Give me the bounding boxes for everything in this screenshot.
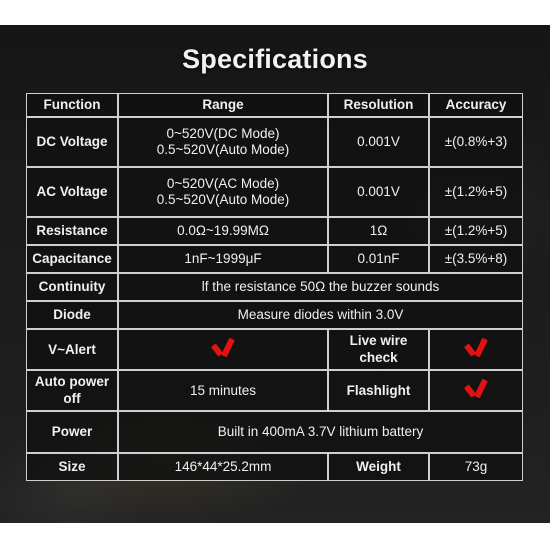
header-accuracy: Accuracy: [429, 93, 524, 118]
row-function-diode: Diode: [26, 301, 118, 330]
row-function-dc-voltage: DC Voltage: [26, 117, 118, 168]
row-value-size: 146*44*25.2mm: [118, 453, 329, 482]
table-row: V~Alert Live wire check: [26, 329, 524, 371]
row-description-diode: Measure diodes within 3.0V: [118, 301, 524, 330]
row-range-dc-voltage: 0~520V(DC Mode) 0.5~520V(Auto Mode): [118, 117, 329, 168]
table-row: Continuity lf the resistance 50Ω the buz…: [26, 273, 524, 302]
row-label-power: Power: [26, 411, 118, 454]
row-accuracy-capacitance: ±(3.5%+8): [429, 245, 524, 274]
range-line-1: 0~520V(DC Mode): [166, 126, 280, 141]
row-label-auto-power-off: Auto power off: [26, 370, 118, 412]
row-resolution-resistance: 1Ω: [328, 217, 430, 246]
row-accuracy-dc-voltage: ±(0.8%+3): [429, 117, 524, 168]
check-mark-icon: [463, 380, 489, 397]
row-description-continuity: lf the resistance 50Ω the buzzer sounds: [118, 273, 524, 302]
page-title: Specifications: [182, 44, 368, 74]
table-header-row: Function Range Resolution Accuracy: [26, 93, 524, 118]
table-row: Auto power off 15 minutes Flashlight: [26, 370, 524, 412]
row-label-weight: Weight: [328, 453, 430, 482]
table-row: Diode Measure diodes within 3.0V: [26, 301, 524, 330]
specifications-screenshot: Specifications Function Range Resolution…: [0, 0, 550, 550]
row-range-resistance: 0.0Ω~19.99MΩ: [118, 217, 329, 246]
row-function-resistance: Resistance: [26, 217, 118, 246]
row-function-capacitance: Capacitance: [26, 245, 118, 274]
row-resolution-ac-voltage: 0.001V: [328, 167, 430, 218]
row-label-flashlight: Flashlight: [328, 370, 430, 412]
table-row: Resistance 0.0Ω~19.99MΩ 1Ω ±(1.2%+5): [26, 217, 524, 246]
header-range: Range: [118, 93, 329, 118]
row-resolution-capacitance: 0.01nF: [328, 245, 430, 274]
row-value-auto-power-off: 15 minutes: [118, 370, 329, 412]
table-row: Size 146*44*25.2mm Weight 73g: [26, 453, 524, 482]
row-value-v-alert: [118, 329, 329, 371]
row-value-live-wire-check: [429, 329, 524, 371]
check-mark-icon: [210, 339, 236, 356]
specifications-table: Function Range Resolution Accuracy DC Vo…: [26, 93, 524, 482]
range-line-2: 0.5~520V(Auto Mode): [156, 192, 290, 208]
range-line-2: 0.5~520V(Auto Mode): [156, 142, 290, 158]
row-range-capacitance: 1nF~1999μF: [118, 245, 329, 274]
table-row: AC Voltage 0~520V(AC Mode) 0.5~520V(Auto…: [26, 167, 524, 218]
row-label-live-wire-check: Live wire check: [328, 329, 430, 371]
row-accuracy-resistance: ±(1.2%+5): [429, 217, 524, 246]
header-resolution: Resolution: [328, 93, 430, 118]
row-resolution-dc-voltage: 0.001V: [328, 117, 430, 168]
row-value-weight: 73g: [429, 453, 524, 482]
check-mark-icon: [463, 339, 489, 356]
row-value-power: Built in 400mA 3.7V lithium battery: [118, 411, 524, 454]
table-row: Capacitance 1nF~1999μF 0.01nF ±(3.5%+8): [26, 245, 524, 274]
table-row: DC Voltage 0~520V(DC Mode) 0.5~520V(Auto…: [26, 117, 524, 168]
row-function-continuity: Continuity: [26, 273, 118, 302]
range-line-1: 0~520V(AC Mode): [166, 176, 280, 191]
header-function: Function: [26, 93, 118, 118]
table-row: Power Built in 400mA 3.7V lithium batter…: [26, 411, 524, 454]
row-function-ac-voltage: AC Voltage: [26, 167, 118, 218]
row-range-ac-voltage: 0~520V(AC Mode) 0.5~520V(Auto Mode): [118, 167, 329, 218]
row-label-v-alert: V~Alert: [26, 329, 118, 371]
row-value-flashlight: [429, 370, 524, 412]
row-accuracy-ac-voltage: ±(1.2%+5): [429, 167, 524, 218]
row-label-size: Size: [26, 453, 118, 482]
